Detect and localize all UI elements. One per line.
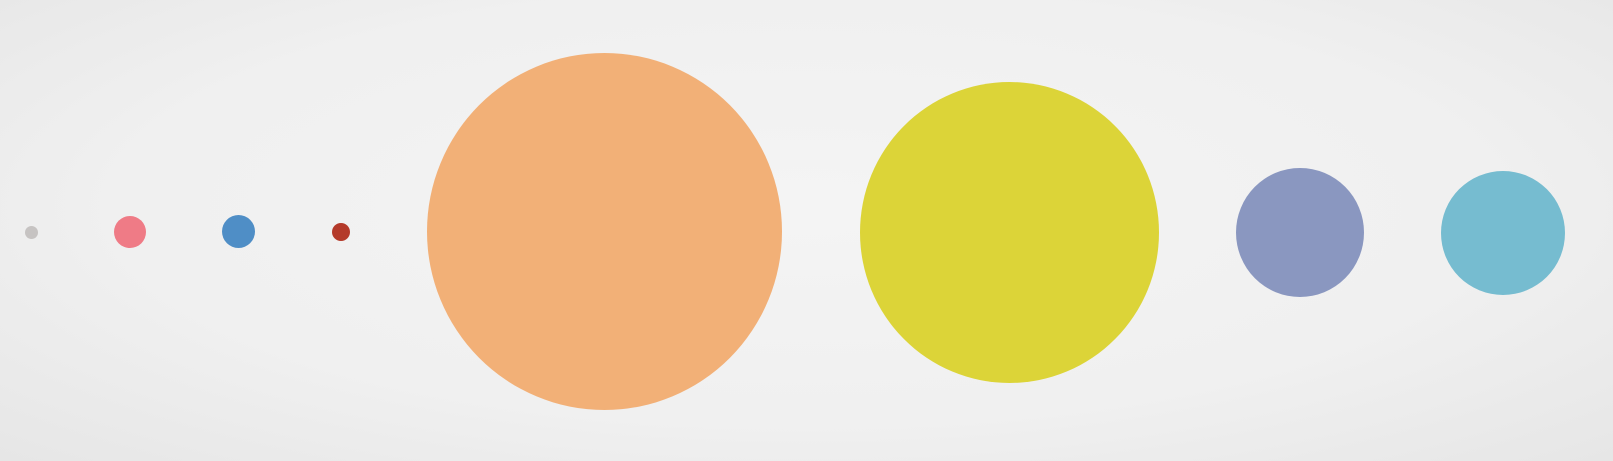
mercury-circle <box>25 226 38 239</box>
earth-circle <box>222 215 255 248</box>
mars-circle <box>332 223 350 241</box>
venus-circle <box>114 216 146 248</box>
uranus-circle <box>1236 168 1364 297</box>
jupiter-circle <box>427 53 782 410</box>
saturn-circle <box>860 82 1159 383</box>
neptune-circle <box>1441 171 1565 295</box>
planet-size-comparison <box>0 0 1613 461</box>
